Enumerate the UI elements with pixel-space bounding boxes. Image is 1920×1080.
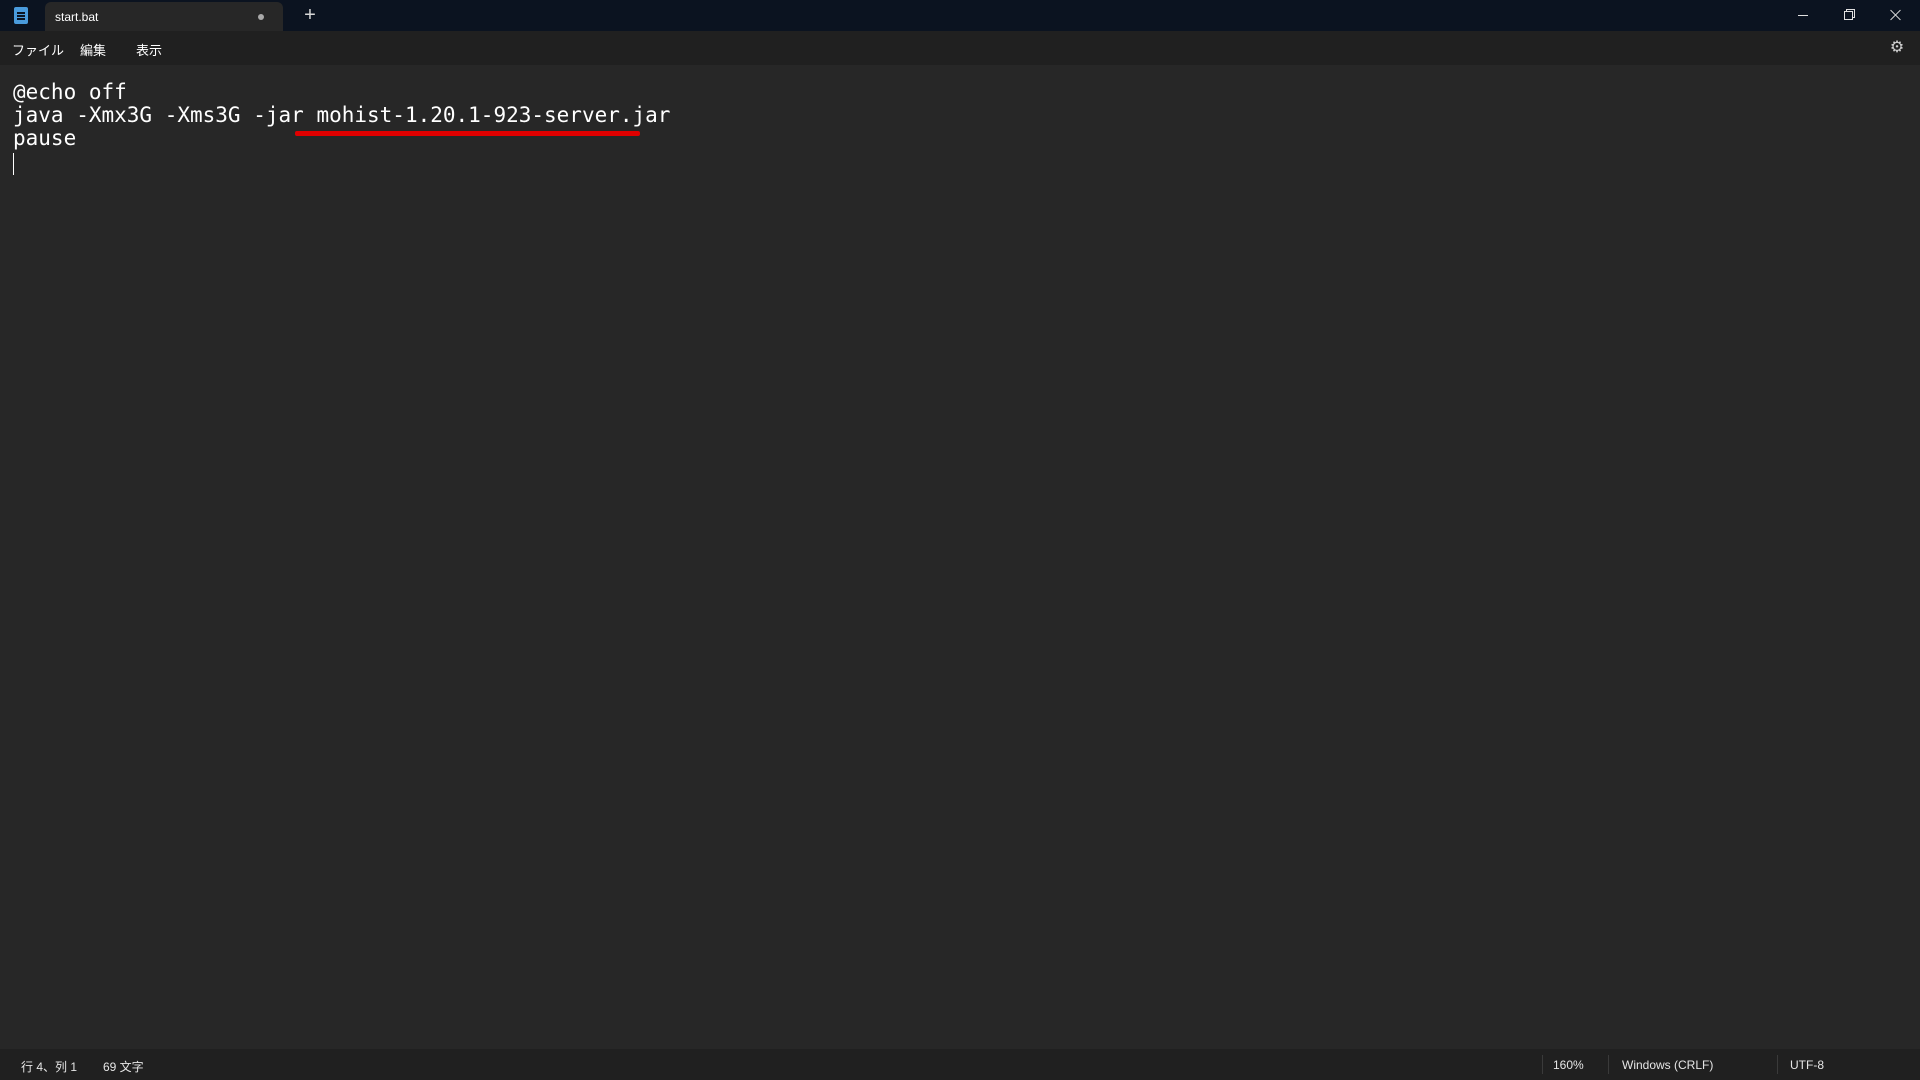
menu-bar: ファイル 編集 表示 ⚙ bbox=[0, 31, 1920, 65]
jar-filename: mohist-1.20.1-923-server.jar bbox=[316, 103, 671, 127]
notepad-icon bbox=[14, 7, 28, 24]
tab-start-bat[interactable]: start.bat bbox=[45, 2, 283, 31]
menu-view[interactable]: 表示 bbox=[136, 40, 162, 59]
status-divider bbox=[1608, 1055, 1609, 1074]
new-tab-button[interactable]: + bbox=[300, 4, 320, 26]
unsaved-dot-icon[interactable] bbox=[258, 14, 264, 20]
cursor-position: 行 4、列 1 bbox=[21, 1060, 78, 1074]
text-caret bbox=[13, 153, 14, 175]
red-underline-annotation bbox=[295, 131, 640, 136]
notepad-window: start.bat + ファイル 編集 表示 ⚙ @echo off java … bbox=[0, 0, 1920, 1080]
menu-edit[interactable]: 編集 bbox=[80, 40, 106, 59]
restore-button[interactable] bbox=[1826, 0, 1872, 31]
tab-title: start.bat bbox=[55, 10, 99, 24]
code-line: pause bbox=[13, 126, 77, 150]
close-button[interactable] bbox=[1872, 0, 1918, 31]
zoom-level[interactable]: 160% bbox=[1553, 1058, 1584, 1072]
menu-file[interactable]: ファイル bbox=[12, 40, 64, 59]
text-editor[interactable]: @echo off java -Xmx3G -Xms3G -jar mohist… bbox=[0, 65, 1920, 1049]
code-line: @echo off bbox=[13, 80, 127, 104]
code-line-text: java -Xmx3G -Xms3G -jar bbox=[13, 103, 317, 127]
status-bar: 行 4、列 1 69 文字 160% Windows (CRLF) UTF-8 bbox=[0, 1049, 1920, 1080]
minimize-button[interactable] bbox=[1780, 0, 1826, 31]
character-count: 69 文字 bbox=[103, 1060, 144, 1074]
code-line: java -Xmx3G -Xms3G -jar mohist-1.20.1-92… bbox=[13, 104, 670, 127]
status-divider bbox=[1777, 1055, 1778, 1074]
title-bar: start.bat + bbox=[0, 0, 1920, 31]
encoding[interactable]: UTF-8 bbox=[1790, 1058, 1824, 1072]
line-ending[interactable]: Windows (CRLF) bbox=[1622, 1058, 1713, 1072]
gear-icon[interactable]: ⚙ bbox=[1889, 40, 1905, 56]
status-divider bbox=[1542, 1055, 1543, 1074]
